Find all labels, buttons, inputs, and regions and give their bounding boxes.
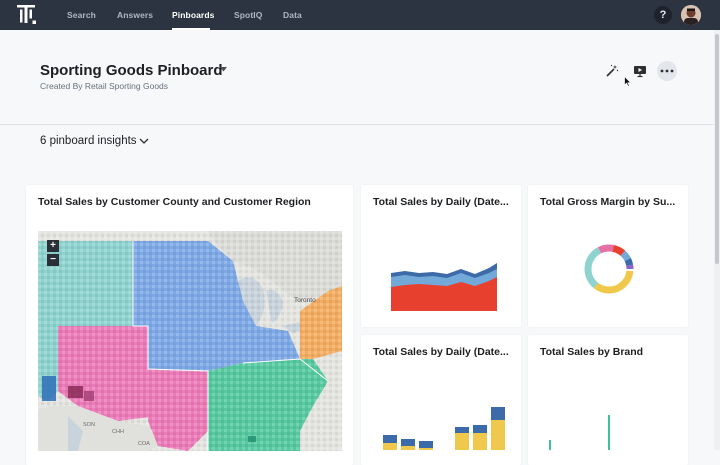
daily-sales-bar-card[interactable]: Total Sales by Daily (Date... — [361, 335, 521, 465]
map-chart-title: Total Sales by Customer County and Custo… — [38, 196, 311, 208]
daily-sales-bar-title: Total Sales by Daily (Date... — [373, 346, 509, 358]
nav-pinboards-label: Pinboards — [172, 10, 215, 20]
page-scrollbar[interactable] — [714, 30, 720, 450]
daily-sales-area-card[interactable]: Total Sales by Daily (Date... — [361, 185, 521, 327]
chevron-down-icon[interactable] — [139, 138, 149, 145]
pinboard-header: Sporting Goods Pinboard Created By Retai… — [0, 30, 714, 125]
gross-margin-title: Total Gross Margin by Su... — [540, 196, 676, 208]
help-button[interactable]: ? — [654, 6, 672, 24]
map-label-toronto: Toronto — [294, 297, 316, 304]
nav-spotiq[interactable]: SpotIQ — [234, 0, 262, 30]
county-sales-map[interactable]: + − Toronto SON CHH COA — [38, 231, 342, 451]
sales-by-brand-card[interactable]: Total Sales by Brand — [528, 335, 688, 465]
spotiq-analyze-button[interactable] — [602, 61, 622, 81]
nav-search[interactable]: Search — [67, 0, 96, 30]
magic-wand-icon — [606, 64, 619, 77]
stacked-bar-chart[interactable] — [383, 405, 507, 450]
map-label-son: SON — [83, 422, 95, 428]
map-chart-card[interactable]: Total Sales by Customer County and Custo… — [26, 185, 353, 465]
more-icon — [660, 69, 674, 73]
nav-data[interactable]: Data — [283, 0, 302, 30]
page-title: Sporting Goods Pinboard — [40, 62, 223, 79]
map-zoom-out-button[interactable]: − — [47, 254, 59, 266]
present-icon — [634, 66, 646, 78]
thoughtspot-logo[interactable] — [17, 5, 37, 25]
nav-answers[interactable]: Answers — [117, 0, 153, 30]
map-graphic — [38, 231, 342, 451]
map-label-coa: COA — [138, 441, 150, 447]
page-subtitle: Created By Retail Sporting Goods — [40, 81, 169, 91]
pinboard-insights-toggle[interactable]: 6 pinboard insights — [40, 135, 137, 147]
top-nav-bar: Search Answers Pinboards SpotIQ Data ? — [0, 0, 720, 30]
more-options-button[interactable] — [657, 61, 677, 81]
map-label-chh: CHH — [112, 429, 124, 435]
mouse-cursor-icon — [624, 76, 632, 87]
user-avatar[interactable] — [681, 5, 701, 25]
donut-chart[interactable] — [583, 243, 635, 295]
sales-by-brand-title: Total Sales by Brand — [540, 346, 644, 358]
daily-sales-area-title: Total Sales by Daily (Date... — [373, 196, 509, 208]
map-zoom-in-button[interactable]: + — [47, 240, 59, 252]
present-button[interactable] — [630, 61, 650, 81]
scrollbar-thumb[interactable] — [715, 34, 719, 264]
brand-bar-chart[interactable] — [548, 405, 668, 450]
area-chart[interactable] — [391, 263, 499, 311]
gross-margin-donut-card[interactable]: Total Gross Margin by Su... — [528, 185, 688, 327]
nav-pinboards[interactable]: Pinboards — [172, 0, 214, 30]
title-dropdown-icon[interactable] — [220, 67, 227, 72]
